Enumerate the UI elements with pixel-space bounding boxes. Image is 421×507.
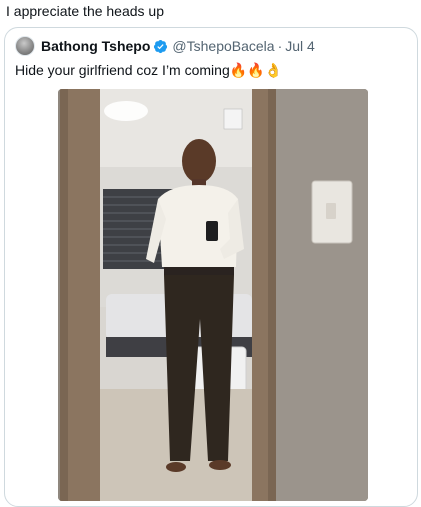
post-text: I appreciate the heads up (6, 3, 165, 19)
verified-badge-icon (154, 39, 168, 53)
mirror-selfie-photo (58, 89, 368, 501)
quoted-tweet-text: Hide your girlfriend coz I’m coming🔥🔥👌 (15, 62, 283, 78)
quoted-tweet-card[interactable]: Bathong Tshepo @TshepoBacela · Jul 4 Hid… (4, 27, 418, 507)
quoted-tweet-header: Bathong Tshepo @TshepoBacela · Jul 4 (15, 36, 315, 56)
post-date[interactable]: Jul 4 (285, 38, 315, 54)
avatar[interactable] (15, 36, 35, 56)
separator-dot: · (277, 38, 283, 54)
tweet-photo[interactable] (58, 89, 368, 501)
handle[interactable]: @TshepoBacela (172, 38, 274, 54)
display-name[interactable]: Bathong Tshepo (41, 38, 150, 54)
